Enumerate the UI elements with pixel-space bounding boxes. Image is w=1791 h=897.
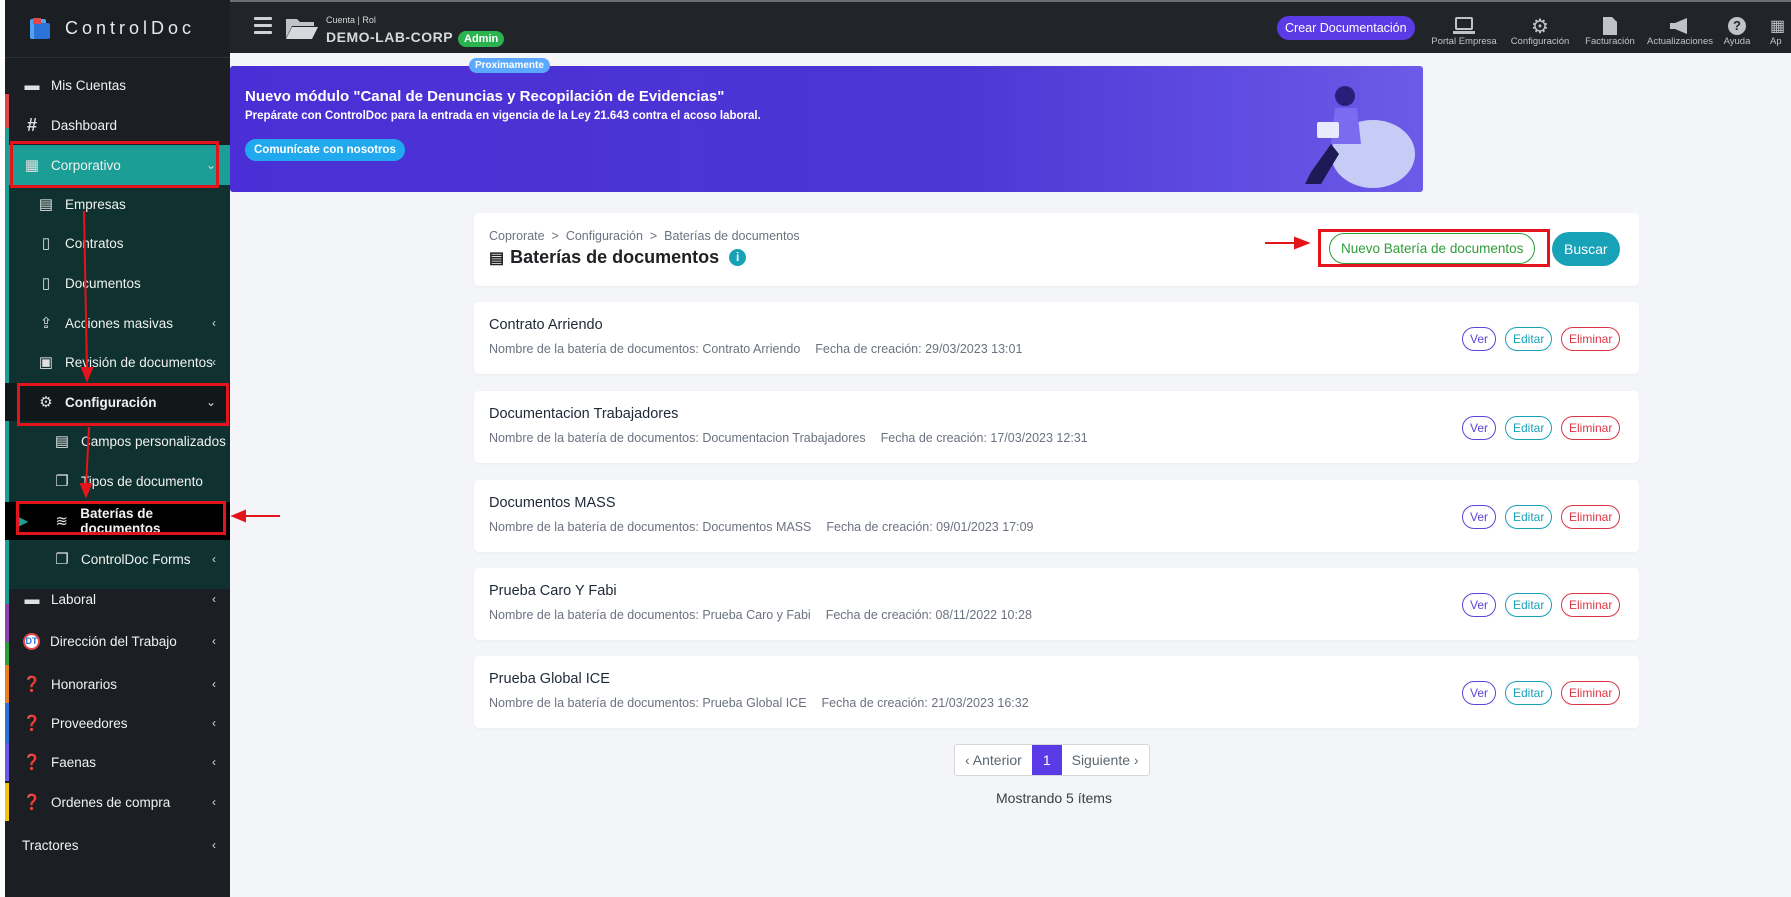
arrow-head [230,509,246,523]
arrow-line [83,210,88,373]
arrow-head [79,483,93,499]
annotation-arrows [79,210,1311,523]
arrow-line [85,426,90,488]
arrow-head [1294,236,1311,250]
coming-soon-badge: Proximamente [469,58,550,73]
app-window: ControlDoc ▬ Mis Cuentas # Dashboard ▦ C… [0,0,1791,897]
arrow-head [80,367,94,383]
